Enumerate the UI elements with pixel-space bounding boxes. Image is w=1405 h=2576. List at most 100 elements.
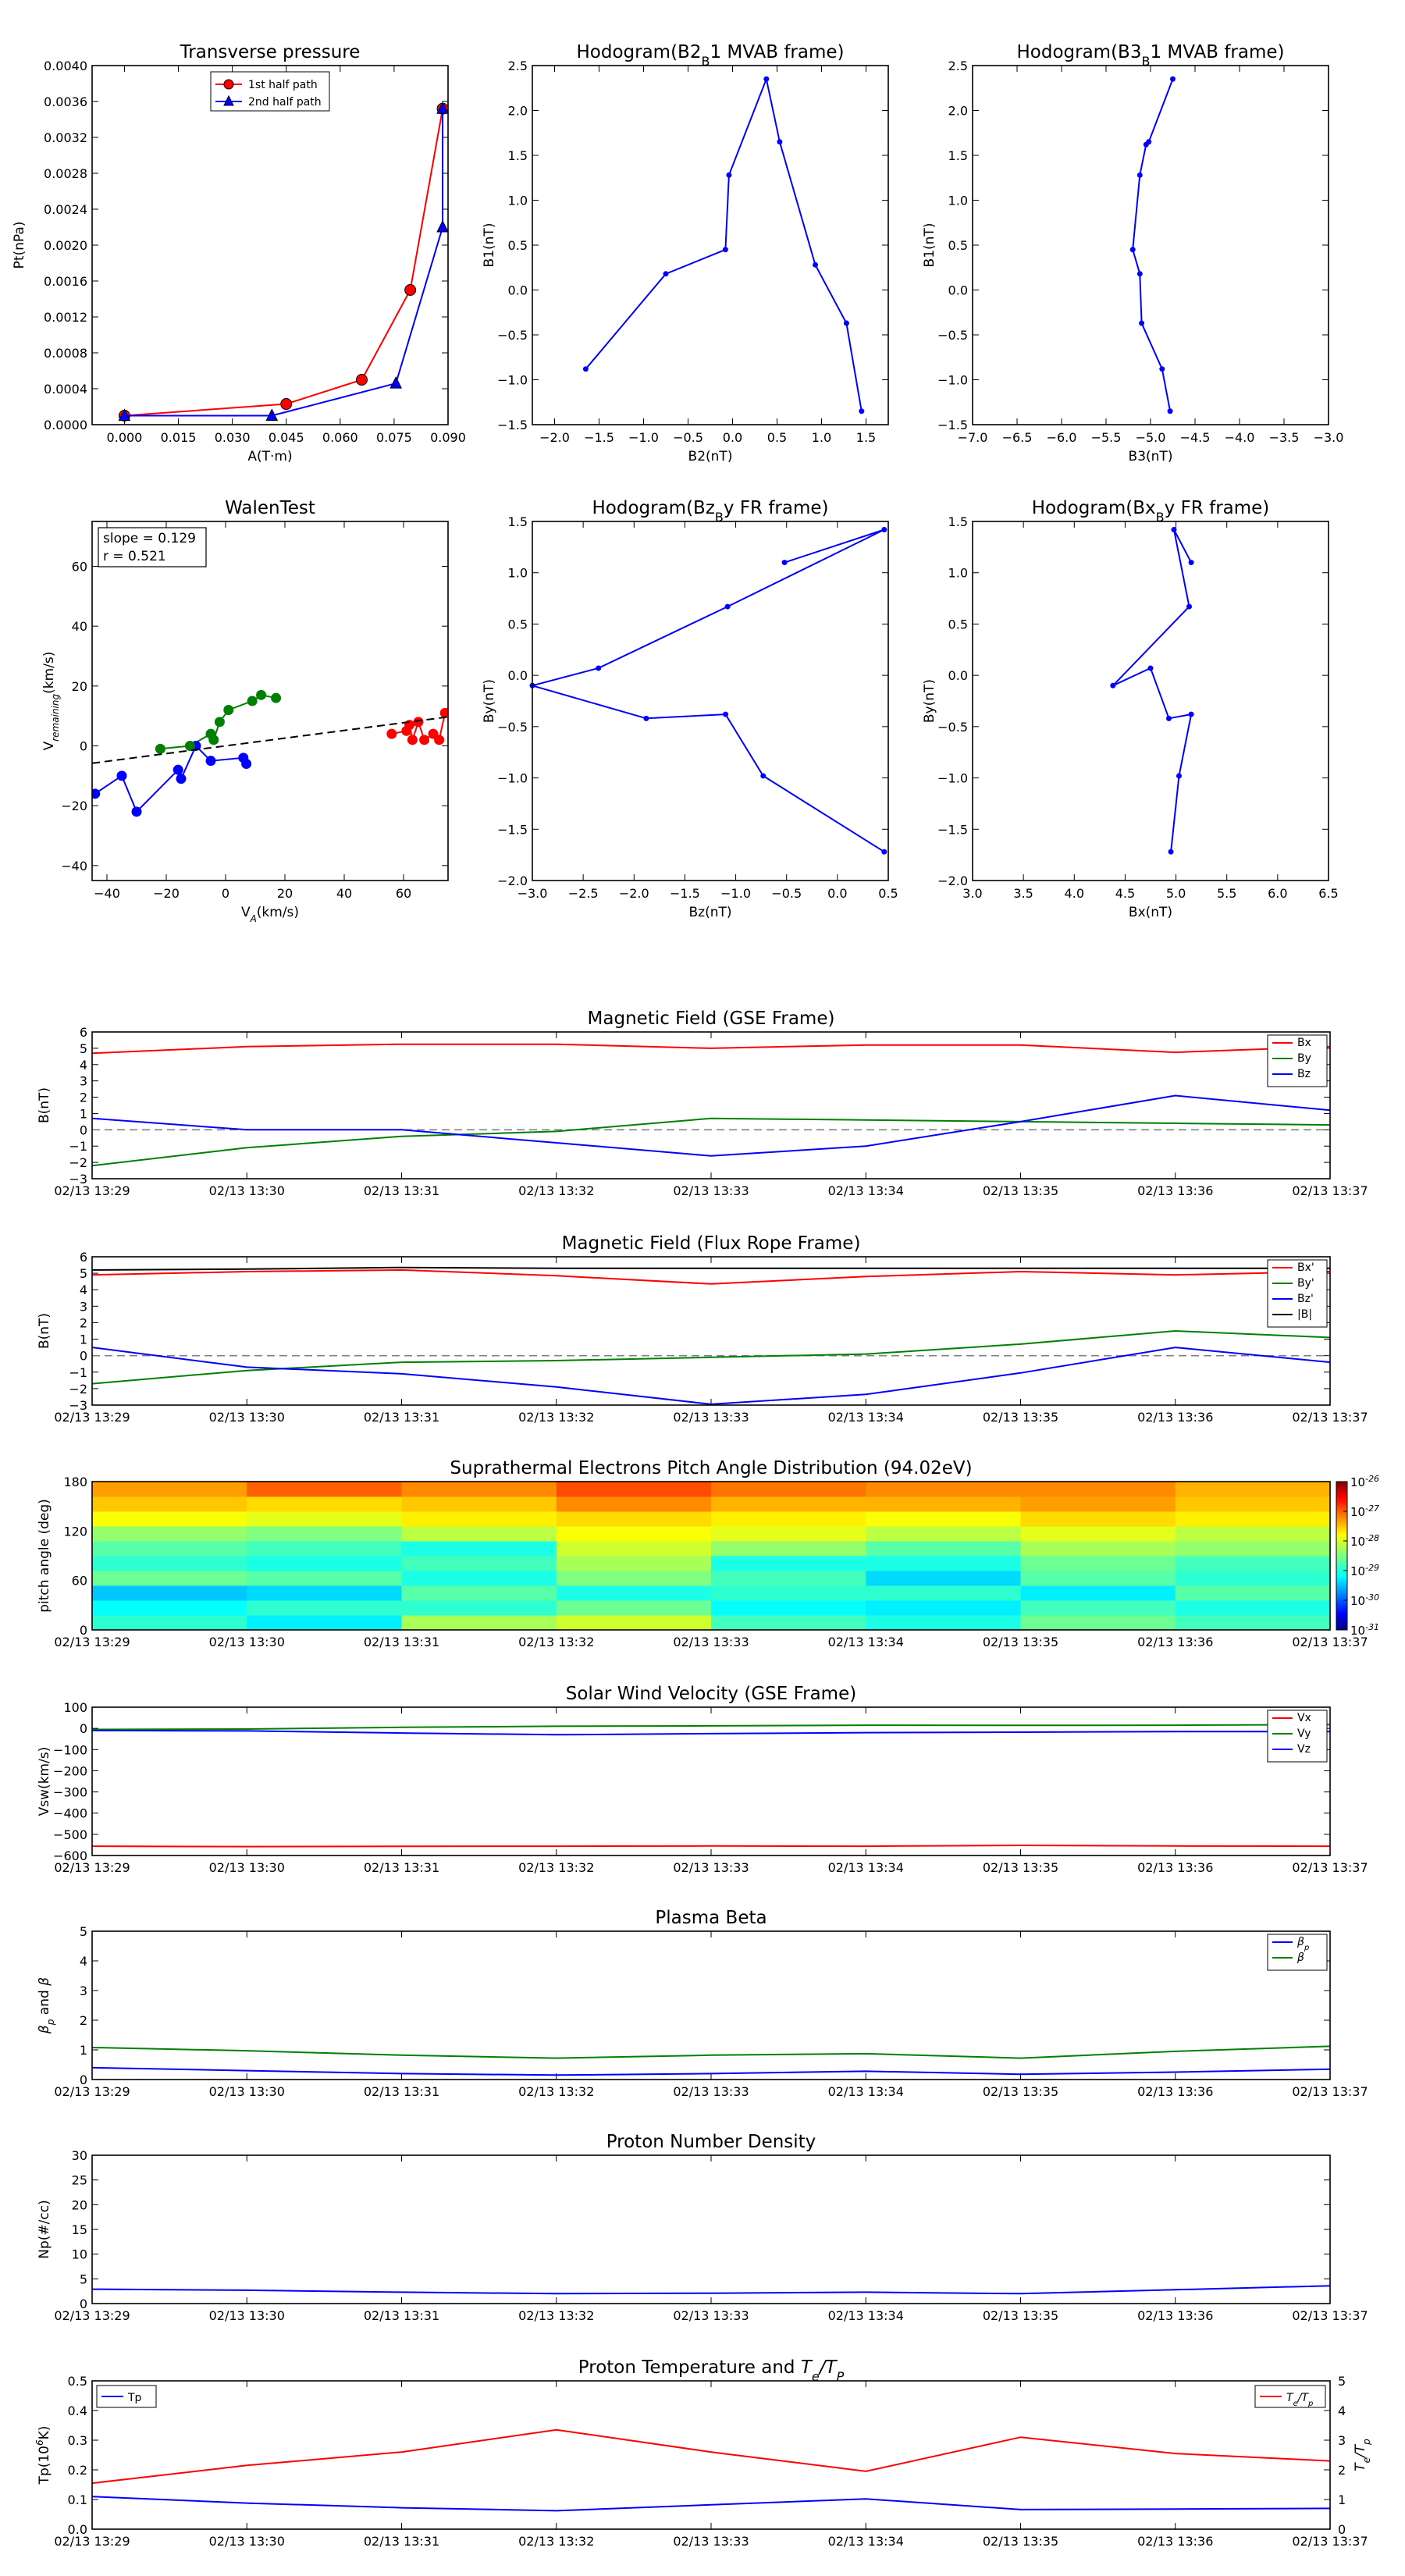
- data-point: [1165, 715, 1172, 721]
- y-tick-label: 3: [80, 1074, 87, 1089]
- y-tick-label: 0.0: [508, 283, 528, 298]
- x-tick-label: 02/13 13:37: [1292, 1410, 1368, 1425]
- y-tick-label: 40: [72, 619, 87, 634]
- y-tick-label: 0.5: [948, 617, 968, 632]
- x-tick-label: 02/13 13:30: [209, 1635, 285, 1649]
- x-tick-label: 02/13 13:34: [828, 1635, 904, 1649]
- data-point: [355, 374, 368, 386]
- y-tick-label-right: 5: [1338, 2374, 1346, 2389]
- heatmap-cell: [1175, 1526, 1331, 1542]
- hodogram-b3-b1-chart: Hodogram(B3B1 MVAB frame)−1.5−1.0−0.50.0…: [922, 42, 1343, 464]
- x-tick-label: 02/13 13:33: [673, 2308, 749, 2323]
- x-tick-label: 0.000: [107, 430, 143, 445]
- scatter-point: [214, 717, 225, 728]
- scatter-point: [386, 728, 397, 739]
- y-tick-label: −1.5: [937, 822, 968, 837]
- data-point: [404, 284, 417, 296]
- y-tick-label: 0.0024: [44, 202, 87, 217]
- magnetic-field-gse-chart: Magnetic Field (GSE Frame)−3−2−101234560…: [37, 1009, 1368, 1198]
- solar-wind-velocity-chart: Solar Wind Velocity (GSE Frame)−600−500−…: [37, 1684, 1368, 1875]
- colorbar: [1336, 1481, 1348, 1631]
- data-point: [1186, 603, 1193, 610]
- annotation-slope: slope = 0.129: [103, 531, 196, 546]
- x-tick-label: 02/13 13:32: [518, 1410, 594, 1425]
- y-tick-label: 4: [80, 1058, 87, 1073]
- y-axis-label: Np(#/cc): [37, 2200, 52, 2258]
- x-tick-label: −1.0: [628, 430, 659, 445]
- heatmap-cell: [247, 1482, 402, 1497]
- heatmap-cell: [556, 1571, 712, 1586]
- colorbar-tick-label: 10-28: [1350, 1533, 1379, 1550]
- y-tick-label: 0.0004: [44, 382, 87, 397]
- heatmap-cell: [247, 1585, 402, 1601]
- scatter-point: [247, 696, 258, 706]
- y-tick-label: 1.0: [948, 566, 968, 581]
- y-axis-label: pitch angle (deg): [37, 1499, 52, 1613]
- data-point: [643, 715, 649, 721]
- heatmap-cell: [1020, 1585, 1176, 1601]
- data-point: [1176, 773, 1182, 779]
- y-tick-label: 3: [80, 1299, 87, 1314]
- y-tick-label: 60: [72, 560, 87, 575]
- y-tick-label-right: 1: [1338, 2492, 1346, 2507]
- data-point: [726, 172, 732, 178]
- chart-title: Transverse pressure: [180, 42, 361, 62]
- data-point: [1167, 408, 1173, 415]
- y-tick-label: 0.0040: [44, 59, 87, 73]
- y-tick-label: −300: [53, 1785, 87, 1800]
- heatmap-cell: [556, 1511, 712, 1527]
- x-tick-label: 02/13 13:34: [828, 1860, 904, 1875]
- y-tick-label: 2.0: [948, 104, 968, 119]
- data-point: [596, 665, 602, 671]
- y-tick-label: −1.0: [937, 373, 968, 388]
- y-tick-label: −1: [69, 1139, 87, 1154]
- legend-label: Bx': [1297, 1261, 1314, 1274]
- heatmap-cell: [1020, 1526, 1176, 1542]
- scatter-point: [176, 774, 187, 785]
- heatmap-cell: [711, 1615, 866, 1631]
- x-tick-label: 02/13 13:31: [364, 1635, 439, 1649]
- x-tick-label: 02/13 13:32: [518, 1635, 594, 1649]
- x-tick-label: 02/13 13:30: [209, 1183, 285, 1198]
- y-tick-label: 180: [63, 1475, 87, 1489]
- x-tick-label: −1.5: [584, 430, 614, 445]
- heatmap-cell: [247, 1600, 402, 1616]
- x-tick-label: 02/13 13:33: [673, 1410, 749, 1425]
- heatmap-cell: [247, 1496, 402, 1512]
- heatmap-cell: [1020, 1511, 1176, 1527]
- data-point: [582, 366, 589, 372]
- y-tick-label: 0: [80, 739, 87, 754]
- x-tick-label: 02/13 13:34: [828, 2308, 904, 2323]
- x-tick-label: 02/13 13:33: [673, 2084, 749, 2099]
- heatmap-cell: [556, 1556, 712, 1571]
- y-tick-label: 5: [80, 1266, 87, 1281]
- x-tick-label: 02/13 13:36: [1137, 1635, 1213, 1649]
- y-tick-label: 4: [80, 1954, 87, 1969]
- y-tick-label: −0.5: [497, 720, 528, 735]
- y-tick-label: 1.0: [508, 566, 528, 581]
- x-tick-label: 0.5: [878, 886, 898, 901]
- x-tick-label: −7.0: [958, 430, 988, 445]
- y-tick-label: −500: [53, 1827, 87, 1842]
- y-axis-label: B(nT): [37, 1087, 52, 1123]
- heatmap-cell: [556, 1496, 712, 1512]
- x-tick-label: 02/13 13:35: [983, 1860, 1058, 1875]
- heatmap-cell: [401, 1585, 557, 1601]
- y-tick-label: −2: [69, 1155, 87, 1170]
- y-tick-label: 6: [80, 1025, 87, 1040]
- heatmap-cell: [711, 1585, 866, 1601]
- y-tick-label: 1.5: [948, 514, 968, 529]
- legend-label: |B|: [1297, 1308, 1312, 1321]
- heatmap-cell: [711, 1482, 866, 1497]
- heatmap-cell: [711, 1556, 866, 1571]
- heatmap-cell: [401, 1526, 557, 1542]
- y-tick-label: 3: [80, 1984, 87, 1998]
- scatter-point: [155, 743, 165, 754]
- heatmap-cell: [92, 1541, 247, 1557]
- legend-label: Bz': [1297, 1293, 1314, 1305]
- heatmap-cell: [1020, 1600, 1176, 1616]
- heatmap-cell: [866, 1585, 1021, 1601]
- x-tick-label: −3.0: [518, 886, 548, 901]
- y-tick-label: −400: [53, 1806, 87, 1821]
- y-tick-label: −1.0: [497, 771, 528, 786]
